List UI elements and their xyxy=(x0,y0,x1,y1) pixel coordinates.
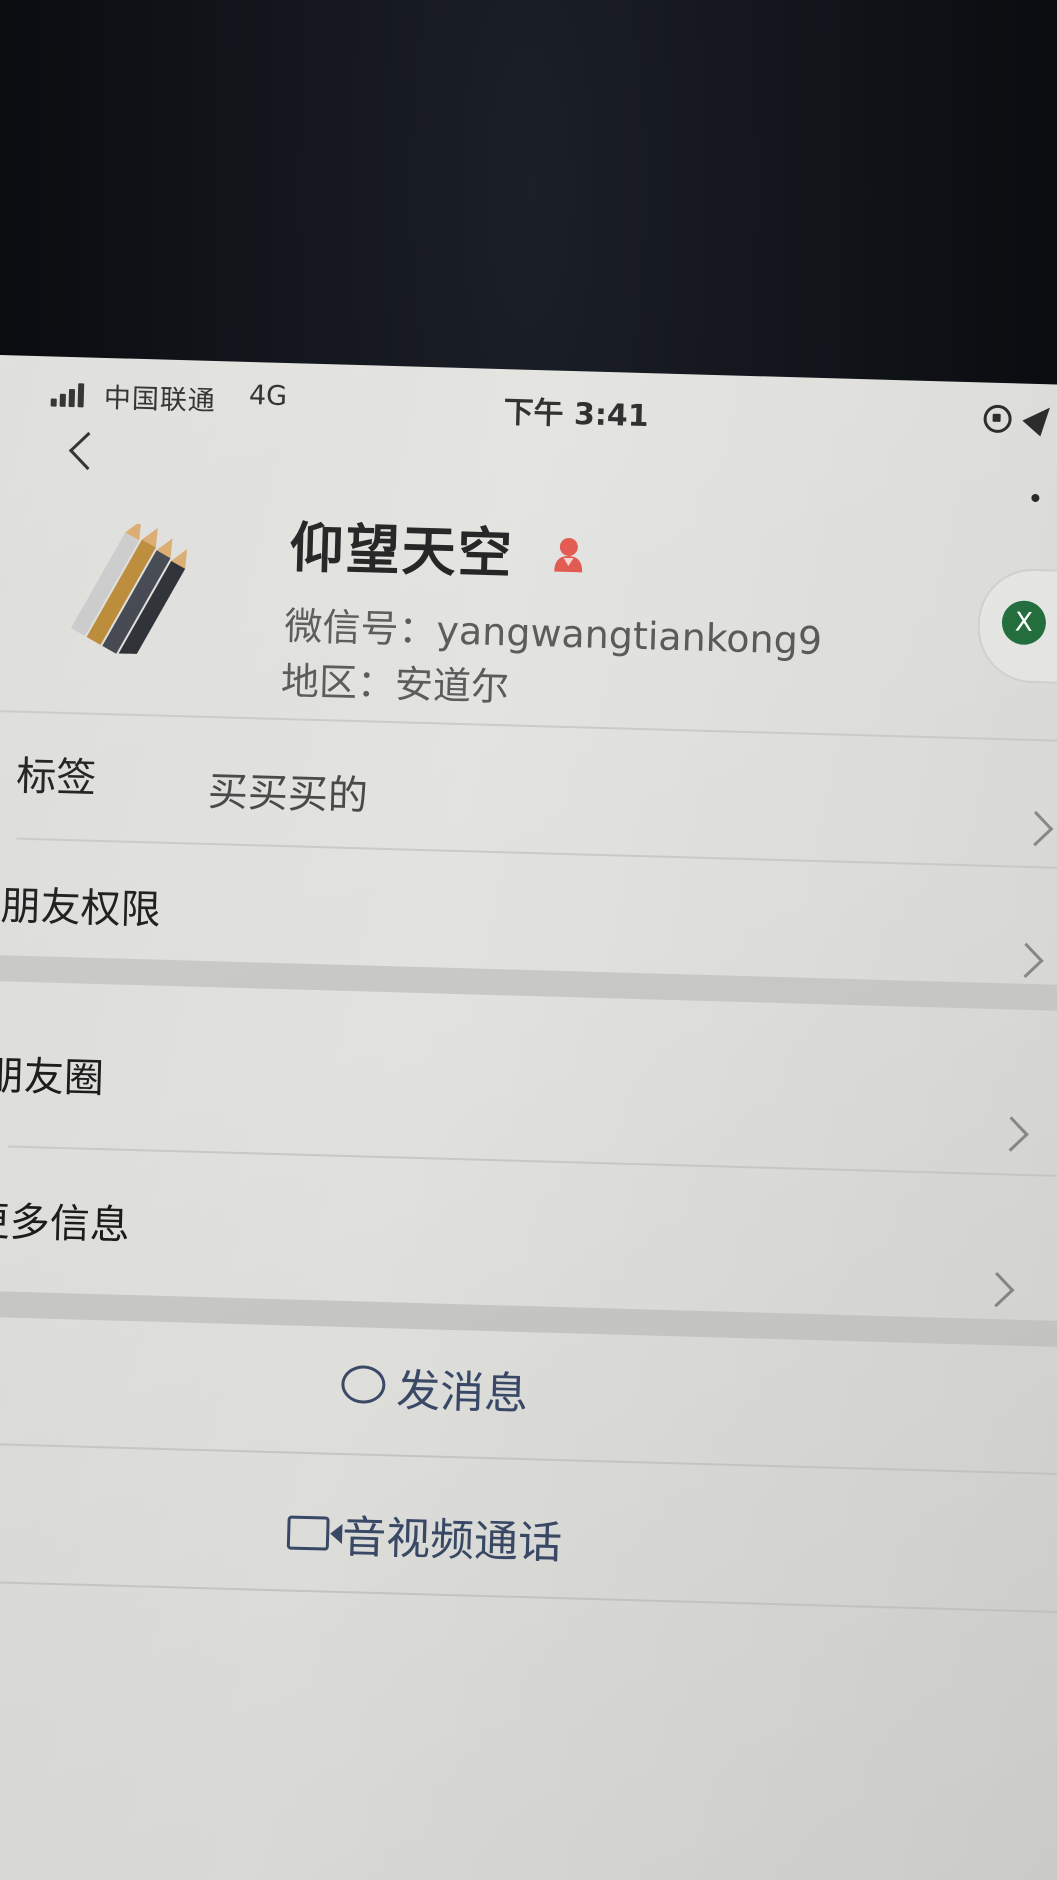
avatar[interactable] xyxy=(57,520,211,663)
row-label-moments: 朋友圈 xyxy=(0,1052,105,1103)
status-time: 下午 3:41 xyxy=(503,395,650,435)
status-badge[interactable]: X xyxy=(976,567,1057,686)
chevron-right-icon xyxy=(1008,942,1044,979)
phone-screen: 中国联通 4G 下午 3:41 仰望天空 微信号：yangwangtiankon… xyxy=(0,355,1057,1880)
row-more-info[interactable]: 更多信息 xyxy=(0,1149,1057,1320)
badge-letter: X xyxy=(1001,600,1047,646)
chevron-right-icon xyxy=(993,1116,1029,1152)
chat-bubble-icon xyxy=(340,1364,386,1405)
more-dots-icon[interactable] xyxy=(1031,493,1040,503)
row-value-tags: 买买买的 xyxy=(207,768,369,820)
video-call-label: 音视频通话 xyxy=(341,1512,563,1570)
row-label-tags: 标签 xyxy=(15,753,97,802)
status-bar: 中国联通 4G 下午 3:41 xyxy=(48,374,1057,442)
back-button[interactable] xyxy=(62,427,103,478)
row-label-more-info: 更多信息 xyxy=(0,1198,131,1249)
chevron-right-icon xyxy=(979,1272,1015,1308)
network-type: 4G xyxy=(248,379,288,413)
carrier-name: 中国联通 xyxy=(103,382,217,418)
row-moments[interactable]: 朋友圈 xyxy=(0,983,1057,1174)
send-message-label: 发消息 xyxy=(395,1365,529,1421)
rotation-lock-icon xyxy=(983,404,1012,434)
signal-strength-icon xyxy=(50,382,88,408)
video-camera-icon xyxy=(286,1515,330,1551)
chevron-right-icon xyxy=(1018,810,1054,847)
region: 地区：安道尔 xyxy=(280,658,510,710)
photo-scene: 中国联通 4G 下午 3:41 仰望天空 微信号：yangwangtiankon… xyxy=(0,0,1057,1880)
video-call-button[interactable]: 音视频通话 xyxy=(0,1447,1057,1608)
profile-name: 仰望天空 xyxy=(288,516,515,586)
row-label-permissions: 朋友权限 xyxy=(0,883,162,934)
location-arrow-icon xyxy=(1022,399,1057,437)
status-icons xyxy=(983,399,1057,438)
female-icon xyxy=(551,535,586,574)
